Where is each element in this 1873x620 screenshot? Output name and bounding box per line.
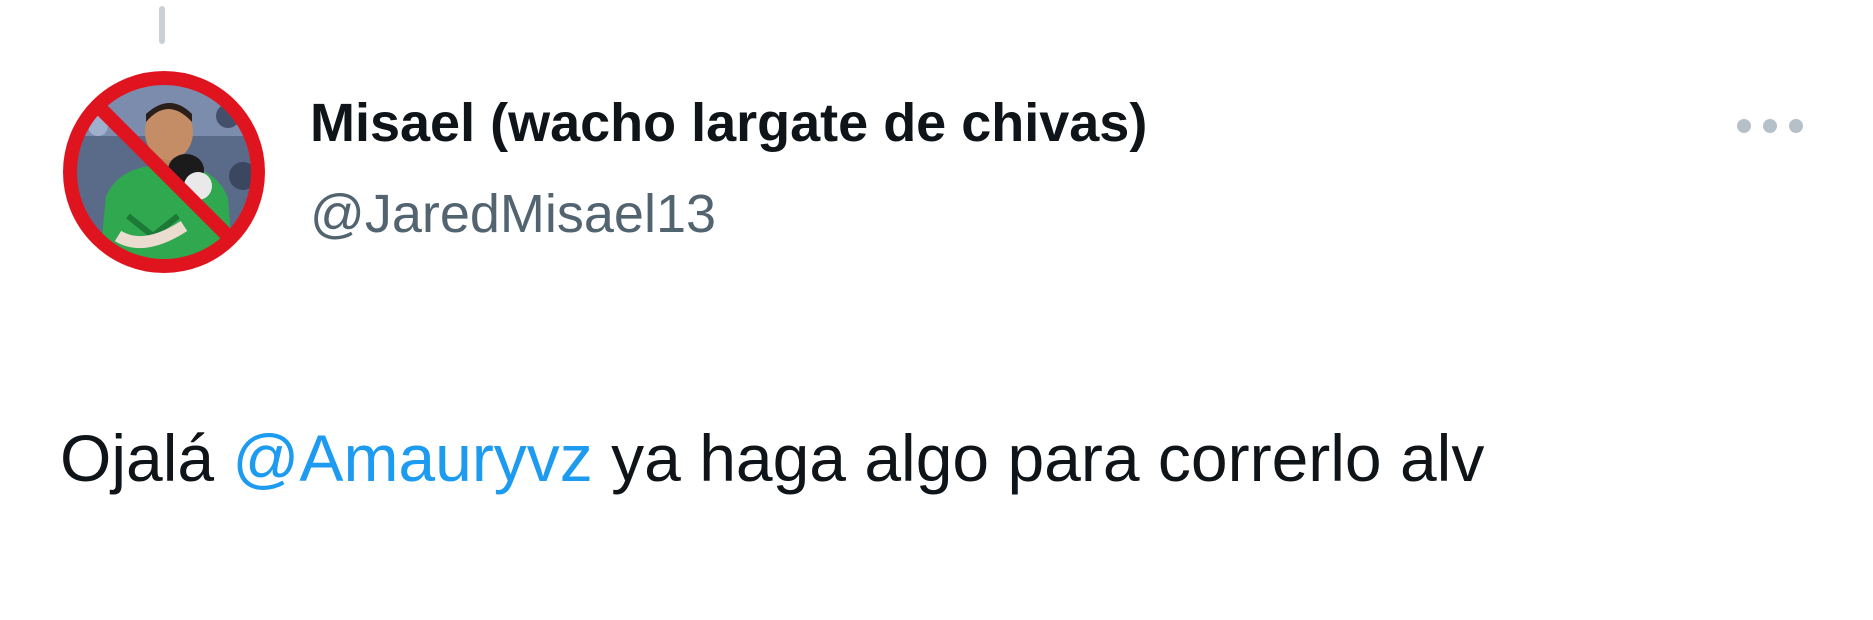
tweet-text: Ojalá @Amauryvz ya haga algo para correr… — [60, 425, 1484, 491]
mention-link[interactable]: @Amauryvz — [232, 421, 592, 495]
tweet-text-after-mention: ya haga algo para correrlo alv — [592, 421, 1485, 495]
tweet-text-before-mention: Ojalá — [60, 421, 233, 495]
author-handle[interactable]: @JaredMisael13 — [310, 187, 716, 241]
thread-connector-line — [159, 6, 165, 44]
avatar-image — [63, 71, 265, 273]
author-display-name[interactable]: Misael (wacho largate de chivas) — [310, 96, 1147, 150]
more-horizontal-icon — [1737, 119, 1803, 133]
avatar[interactable] — [58, 66, 270, 278]
more-options-button[interactable] — [1726, 104, 1814, 148]
